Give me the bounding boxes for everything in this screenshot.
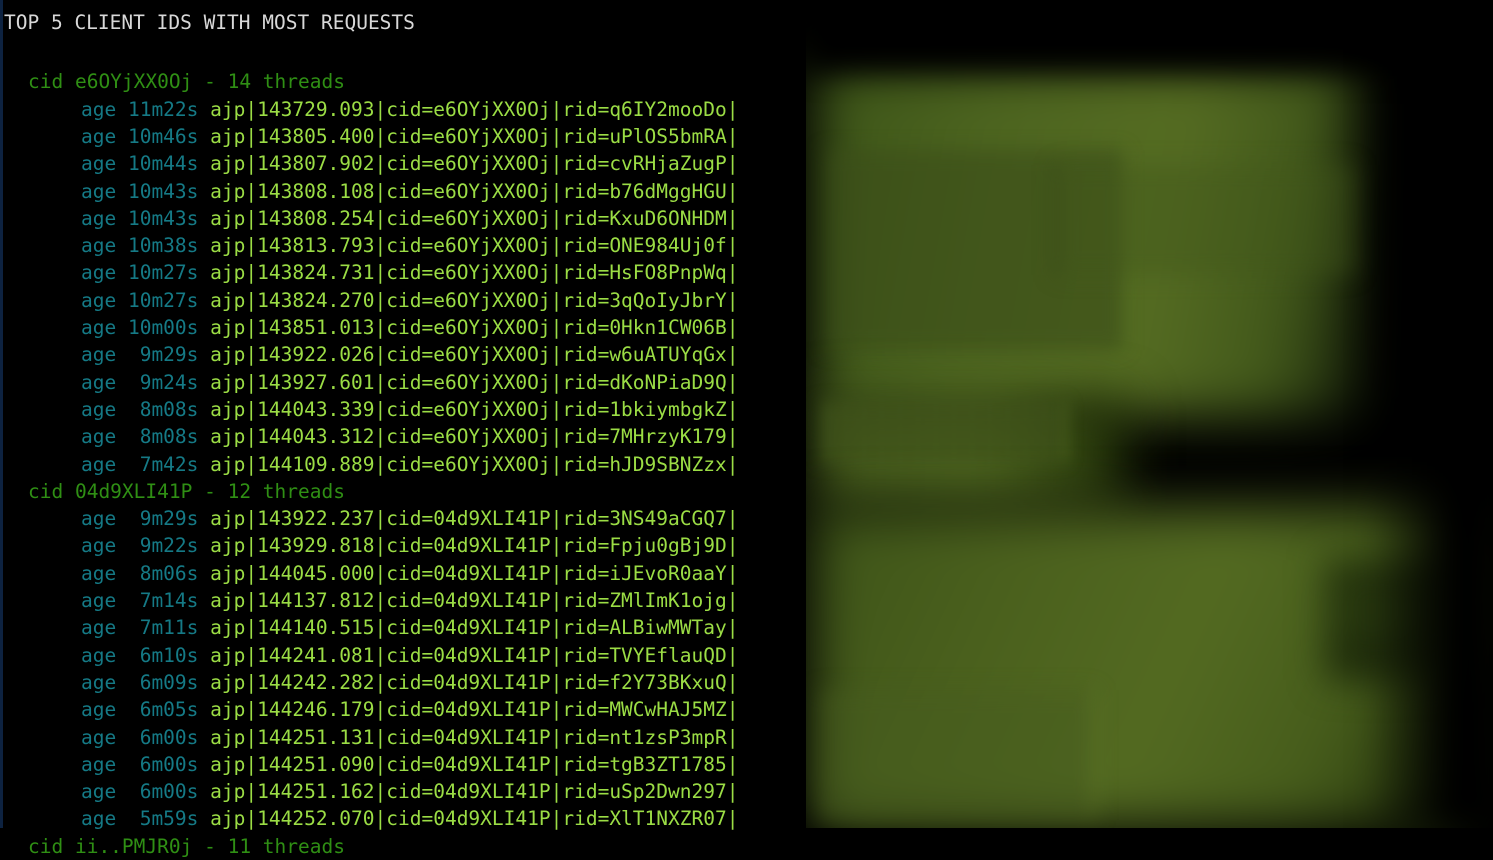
thread-detail: ajp|144137.812|cid=04d9XLI41P|rid=ZMlImK… bbox=[210, 589, 739, 612]
thread-age: age 7m42s bbox=[81, 452, 199, 476]
thread-detail: ajp|144043.339|cid=e6OYjXX0Oj|rid=1bkiym… bbox=[210, 397, 739, 421]
thread-detail: ajp|143824.270|cid=e6OYjXX0Oj|rid=3qQoIy… bbox=[210, 288, 739, 312]
thread-age: age 10m43s bbox=[81, 206, 199, 230]
thread-age: age 6m00s bbox=[81, 725, 199, 749]
thread-age: age 10m46s bbox=[81, 124, 199, 148]
thread-detail: ajp|143729.093|cid=e6OYjXX0Oj|rid=q6IY2m… bbox=[210, 97, 739, 121]
thread-detail: ajp|144242.282|cid=04d9XLI41P|rid=f2Y73B… bbox=[210, 670, 739, 694]
thread-age: age 10m44s bbox=[81, 152, 199, 176]
thread-log-row: age 6m00s ajp|144251.131|cid=04d9XLI41P|… bbox=[0, 724, 1493, 751]
cid-section-header: cid 04d9XLI41P - 12 threads bbox=[28, 479, 345, 503]
thread-detail: ajp|144251.162|cid=04d9XLI41P|rid=uSp2Dw… bbox=[210, 780, 739, 804]
thread-log-row: age 7m14s ajp|144137.812|cid=04d9XLI41P|… bbox=[0, 587, 1493, 614]
thread-age: age 6m00s bbox=[81, 752, 199, 776]
thread-log-row: age 8m08s ajp|144043.339|cid=e6OYjXX0Oj|… bbox=[0, 396, 1493, 423]
thread-age: age 11m22s bbox=[81, 97, 199, 121]
thread-log-row: age 6m10s ajp|144241.081|cid=04d9XLI41P|… bbox=[0, 642, 1493, 669]
page-title: TOP 5 CLIENT IDS WITH MOST REQUESTS bbox=[4, 11, 415, 34]
thread-log-row: age 7m11s ajp|144140.515|cid=04d9XLI41P|… bbox=[0, 614, 1493, 641]
thread-log-row: age 6m00s ajp|144251.090|cid=04d9XLI41P|… bbox=[0, 751, 1493, 778]
thread-age: age 8m06s bbox=[81, 561, 199, 585]
thread-detail: ajp|144045.000|cid=04d9XLI41P|rid=iJEvoR… bbox=[210, 561, 739, 585]
thread-age: age 9m29s bbox=[81, 507, 199, 531]
thread-detail: ajp|143929.818|cid=04d9XLI41P|rid=Fpju0g… bbox=[210, 534, 739, 558]
thread-age: age 5m59s bbox=[81, 807, 199, 831]
thread-age: age 6m09s bbox=[81, 670, 199, 694]
thread-log-row: age 10m43s ajp|143808.108|cid=e6OYjXX0Oj… bbox=[0, 178, 1493, 205]
thread-log-row: age 10m00s ajp|143851.013|cid=e6OYjXX0Oj… bbox=[0, 314, 1493, 341]
thread-log-row: age 10m46s ajp|143805.400|cid=e6OYjXX0Oj… bbox=[0, 123, 1493, 150]
thread-log-row: age 9m29s ajp|143922.026|cid=e6OYjXX0Oj|… bbox=[0, 341, 1493, 368]
terminal-left-edge-bar bbox=[0, 0, 3, 828]
thread-detail: ajp|143813.793|cid=e6OYjXX0Oj|rid=ONE984… bbox=[210, 234, 739, 258]
thread-age: age 6m05s bbox=[81, 698, 199, 722]
thread-age: age 9m29s bbox=[81, 343, 199, 367]
thread-age: age 6m10s bbox=[81, 643, 199, 667]
thread-detail: ajp|143824.731|cid=e6OYjXX0Oj|rid=HsFO8P… bbox=[210, 261, 739, 285]
thread-detail: ajp|144252.070|cid=04d9XLI41P|rid=XlT1NX… bbox=[210, 807, 739, 831]
thread-detail: ajp|144246.179|cid=04d9XLI41P|rid=MWCwHA… bbox=[210, 698, 739, 722]
thread-age: age 7m11s bbox=[81, 616, 199, 640]
thread-log-row: age 10m43s ajp|143808.254|cid=e6OYjXX0Oj… bbox=[0, 205, 1493, 232]
thread-log-row: age 6m09s ajp|144242.282|cid=04d9XLI41P|… bbox=[0, 669, 1493, 696]
thread-log-row: age 10m27s ajp|143824.731|cid=e6OYjXX0Oj… bbox=[0, 259, 1493, 286]
thread-detail: ajp|144251.131|cid=04d9XLI41P|rid=nt1zsP… bbox=[210, 725, 739, 749]
terminal-output-pane[interactable]: TOP 5 CLIENT IDS WITH MOST REQUESTS cid … bbox=[0, 0, 1493, 858]
cid-section-header: cid e6OYjXX0Oj - 14 threads bbox=[28, 70, 345, 94]
thread-log-row: age 5m59s ajp|144252.070|cid=04d9XLI41P|… bbox=[0, 805, 1493, 832]
thread-log-row: age 10m27s ajp|143824.270|cid=e6OYjXX0Oj… bbox=[0, 287, 1493, 314]
thread-log-row: age 8m08s ajp|144043.312|cid=e6OYjXX0Oj|… bbox=[0, 423, 1493, 450]
thread-age: age 8m08s bbox=[81, 397, 199, 421]
thread-age: age 9m24s bbox=[81, 370, 199, 394]
thread-age: age 7m14s bbox=[81, 589, 199, 612]
thread-detail: ajp|143922.026|cid=e6OYjXX0Oj|rid=w6uATU… bbox=[210, 343, 739, 367]
thread-detail: ajp|143807.902|cid=e6OYjXX0Oj|rid=cvRHja… bbox=[210, 152, 739, 176]
thread-age: age 10m43s bbox=[81, 179, 199, 203]
thread-detail: ajp|143927.601|cid=e6OYjXX0Oj|rid=dKoNPi… bbox=[210, 370, 739, 394]
thread-detail: ajp|143851.013|cid=e6OYjXX0Oj|rid=0Hkn1C… bbox=[210, 316, 739, 339]
thread-age: age 10m38s bbox=[81, 234, 199, 258]
thread-age: age 10m27s bbox=[81, 261, 199, 285]
thread-log-row: age 8m06s ajp|144045.000|cid=04d9XLI41P|… bbox=[0, 560, 1493, 587]
thread-detail: ajp|144109.889|cid=e6OYjXX0Oj|rid=hJD9SB… bbox=[210, 452, 739, 476]
thread-detail: ajp|144043.312|cid=e6OYjXX0Oj|rid=7MHrzy… bbox=[210, 425, 739, 449]
thread-log-row: age 9m24s ajp|143927.601|cid=e6OYjXX0Oj|… bbox=[0, 369, 1493, 396]
thread-detail: ajp|143808.108|cid=e6OYjXX0Oj|rid=b76dMg… bbox=[210, 179, 739, 203]
thread-log-row: age 10m38s ajp|143813.793|cid=e6OYjXX0Oj… bbox=[0, 232, 1493, 259]
thread-age: age 10m27s bbox=[81, 288, 199, 312]
thread-detail: ajp|144241.081|cid=04d9XLI41P|rid=TVYEfl… bbox=[210, 643, 739, 667]
thread-age: age 8m08s bbox=[81, 425, 199, 449]
thread-detail: ajp|144140.515|cid=04d9XLI41P|rid=ALBiwM… bbox=[210, 616, 739, 640]
thread-age: age 6m00s bbox=[81, 780, 199, 804]
thread-log-row: age 11m22s ajp|143729.093|cid=e6OYjXX0Oj… bbox=[0, 96, 1493, 123]
cid-section-header-truncated: cid ii..PMJR0j - 11 threads bbox=[28, 834, 345, 858]
thread-age: age 10m00s bbox=[81, 316, 199, 339]
thread-detail: ajp|143805.400|cid=e6OYjXX0Oj|rid=uPlOS5… bbox=[210, 124, 739, 148]
thread-age: age 9m22s bbox=[81, 534, 199, 558]
thread-detail: ajp|144251.090|cid=04d9XLI41P|rid=tgB3ZT… bbox=[210, 752, 739, 776]
thread-log-row: age 6m05s ajp|144246.179|cid=04d9XLI41P|… bbox=[0, 696, 1493, 723]
thread-detail: ajp|143808.254|cid=e6OYjXX0Oj|rid=KxuD6O… bbox=[210, 206, 739, 230]
thread-log-row: age 9m29s ajp|143922.237|cid=04d9XLI41P|… bbox=[0, 505, 1493, 532]
thread-log-row: age 7m42s ajp|144109.889|cid=e6OYjXX0Oj|… bbox=[0, 451, 1493, 478]
thread-log-row: age 6m00s ajp|144251.162|cid=04d9XLI41P|… bbox=[0, 778, 1493, 805]
thread-log-row: age 10m44s ajp|143807.902|cid=e6OYjXX0Oj… bbox=[0, 150, 1493, 177]
thread-detail: ajp|143922.237|cid=04d9XLI41P|rid=3NS49a… bbox=[210, 507, 739, 531]
thread-log-row: age 9m22s ajp|143929.818|cid=04d9XLI41P|… bbox=[0, 532, 1493, 559]
